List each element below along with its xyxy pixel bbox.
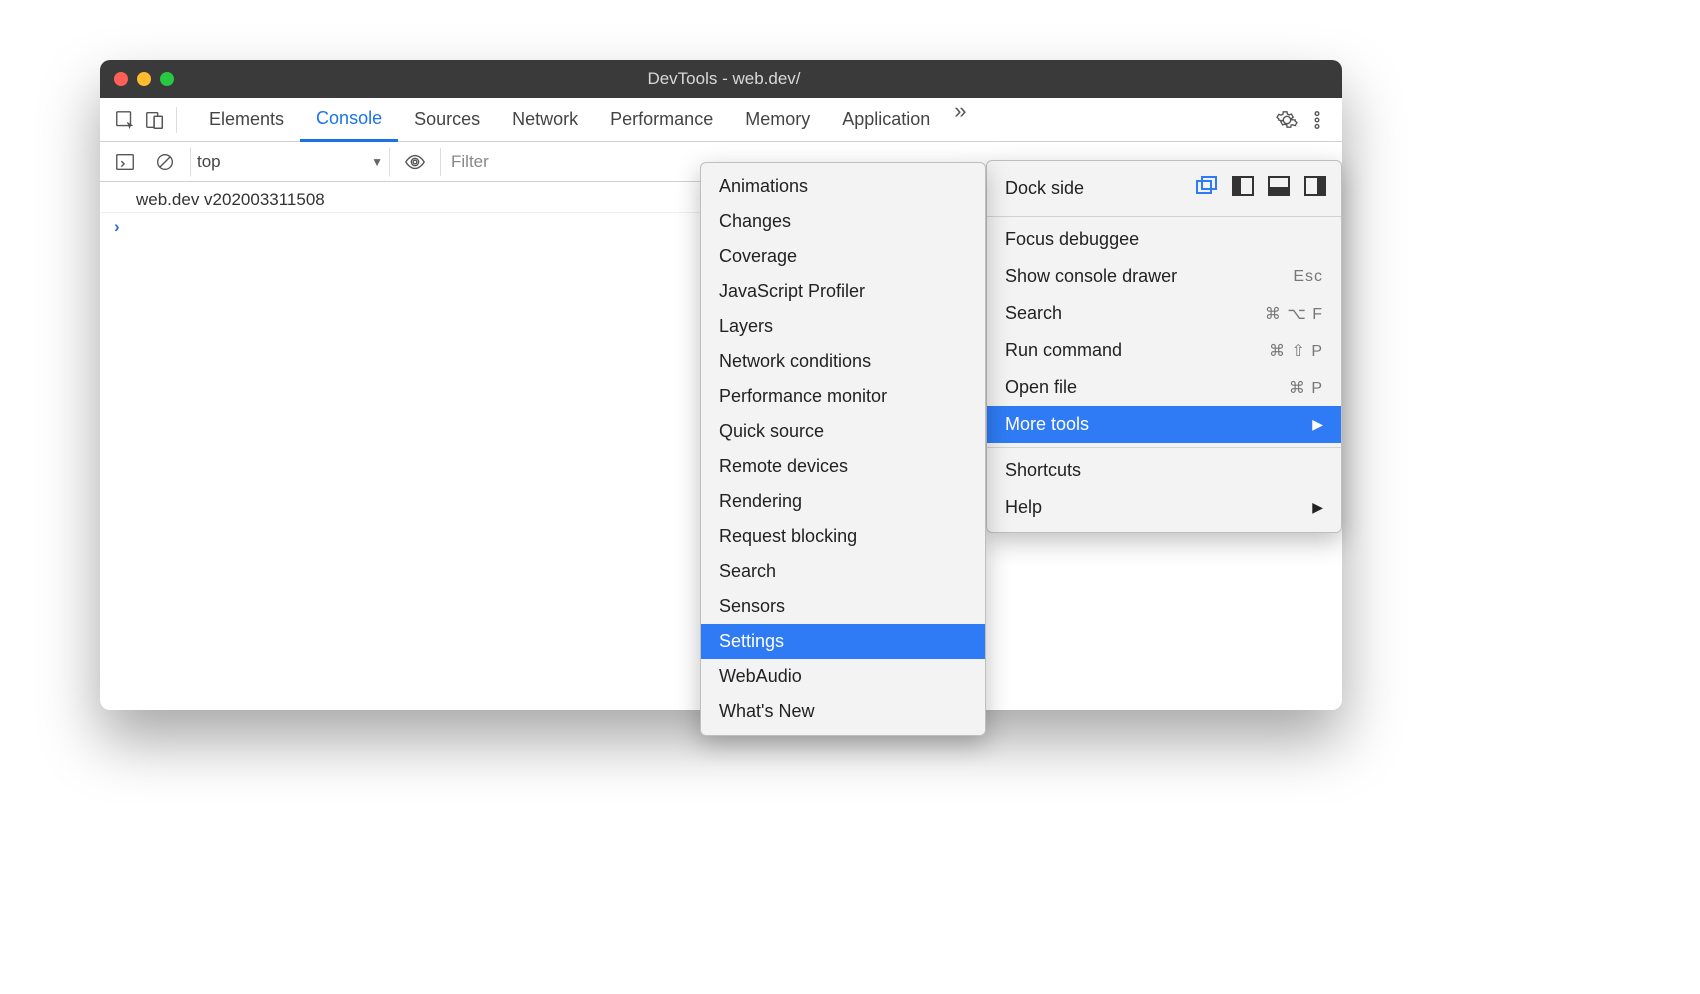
dock-undock-icon[interactable]	[1195, 175, 1219, 202]
filter-input[interactable]	[440, 148, 720, 176]
menu-show-console-drawer[interactable]: Show console drawerEsc	[987, 258, 1341, 295]
panel-tabs: Elements Console Sources Network Perform…	[193, 98, 975, 141]
submenu-javascript-profiler[interactable]: JavaScript Profiler	[701, 274, 985, 309]
submenu-whats-new[interactable]: What's New	[701, 694, 985, 729]
dock-bottom-icon[interactable]	[1267, 175, 1291, 202]
tab-console[interactable]: Console	[300, 98, 398, 142]
menu-separator	[987, 447, 1341, 448]
tab-elements[interactable]: Elements	[193, 98, 300, 141]
settings-gear-icon[interactable]	[1272, 105, 1302, 135]
submenu-settings[interactable]: Settings	[701, 624, 985, 659]
minimize-window-icon[interactable]	[137, 72, 151, 86]
device-toolbar-icon[interactable]	[140, 105, 170, 135]
tab-network[interactable]: Network	[496, 98, 594, 141]
divider	[176, 107, 177, 133]
context-selector[interactable]: top ▼	[190, 147, 390, 177]
main-menu: Dock side Focus debuggee Show console dr…	[986, 160, 1342, 533]
submenu-performance-monitor[interactable]: Performance monitor	[701, 379, 985, 414]
console-sidebar-toggle-icon[interactable]	[110, 147, 140, 177]
maximize-window-icon[interactable]	[160, 72, 174, 86]
tab-application[interactable]: Application	[826, 98, 946, 141]
submenu-arrow-icon: ▶	[1312, 416, 1323, 433]
submenu-webaudio[interactable]: WebAudio	[701, 659, 985, 694]
dock-right-icon[interactable]	[1303, 175, 1327, 202]
main-tabbar: Elements Console Sources Network Perform…	[100, 98, 1342, 142]
menu-more-tools[interactable]: More tools▶	[987, 406, 1341, 443]
dock-side-label: Dock side	[1005, 178, 1084, 199]
live-expression-eye-icon[interactable]	[400, 147, 430, 177]
submenu-network-conditions[interactable]: Network conditions	[701, 344, 985, 379]
submenu-changes[interactable]: Changes	[701, 204, 985, 239]
dock-side-row: Dock side	[987, 167, 1341, 212]
menu-search[interactable]: Search⌘ ⌥ F	[987, 295, 1341, 332]
close-window-icon[interactable]	[114, 72, 128, 86]
tab-sources[interactable]: Sources	[398, 98, 496, 141]
chevron-down-icon: ▼	[371, 155, 383, 169]
submenu-animations[interactable]: Animations	[701, 169, 985, 204]
titlebar: DevTools - web.dev/	[100, 60, 1342, 98]
more-tabs-icon[interactable]: »	[946, 98, 974, 141]
dock-left-icon[interactable]	[1231, 175, 1255, 202]
submenu-quick-source[interactable]: Quick source	[701, 414, 985, 449]
clear-console-icon[interactable]	[150, 147, 180, 177]
context-selector-label: top	[197, 152, 221, 172]
window-title: DevTools - web.dev/	[174, 69, 1274, 89]
submenu-search[interactable]: Search	[701, 554, 985, 589]
submenu-sensors[interactable]: Sensors	[701, 589, 985, 624]
menu-open-file[interactable]: Open file⌘ P	[987, 369, 1341, 406]
submenu-rendering[interactable]: Rendering	[701, 484, 985, 519]
menu-shortcuts[interactable]: Shortcuts	[987, 452, 1341, 489]
menu-help[interactable]: Help▶	[987, 489, 1341, 526]
submenu-layers[interactable]: Layers	[701, 309, 985, 344]
inspect-element-icon[interactable]	[110, 105, 140, 135]
menu-focus-debuggee[interactable]: Focus debuggee	[987, 221, 1341, 258]
tab-performance[interactable]: Performance	[594, 98, 729, 141]
submenu-remote-devices[interactable]: Remote devices	[701, 449, 985, 484]
submenu-request-blocking[interactable]: Request blocking	[701, 519, 985, 554]
kebab-menu-icon[interactable]	[1302, 105, 1332, 135]
menu-separator	[987, 216, 1341, 217]
submenu-coverage[interactable]: Coverage	[701, 239, 985, 274]
tab-memory[interactable]: Memory	[729, 98, 826, 141]
window-controls	[114, 72, 174, 86]
more-tools-submenu: Animations Changes Coverage JavaScript P…	[700, 162, 986, 736]
menu-run-command[interactable]: Run command⌘ ⇧ P	[987, 332, 1341, 369]
submenu-arrow-icon: ▶	[1312, 499, 1323, 516]
